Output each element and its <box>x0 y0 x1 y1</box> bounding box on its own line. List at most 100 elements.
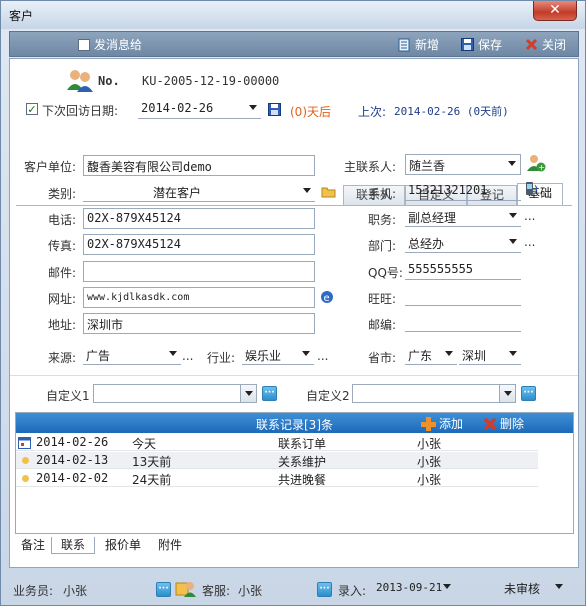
dropdown-button[interactable] <box>499 385 515 402</box>
close-button[interactable]: 关闭 <box>525 36 566 53</box>
qq-field[interactable]: 555555555 <box>405 260 521 280</box>
chevron-down-icon[interactable] <box>509 213 517 218</box>
main-contact-label: 主联系人: <box>344 160 397 174</box>
folder-icon[interactable] <box>321 185 336 198</box>
close-label: 关闭 <box>542 38 567 52</box>
new-doc-icon <box>398 38 410 51</box>
website-label: 网址: <box>48 292 77 306</box>
mobile-field[interactable]: 15321321201 <box>405 181 521 201</box>
main-contact-select[interactable]: 随兰香 <box>405 154 521 175</box>
province-select[interactable]: 广东 <box>405 345 457 365</box>
record-person: 小张 <box>417 437 442 451</box>
record-subject: 联系订单 <box>278 437 327 451</box>
city-select[interactable]: 深圳 <box>459 345 521 365</box>
record-ago: 13天前 <box>132 455 172 469</box>
next-visit-date-picker[interactable]: 2014-02-26 <box>138 99 261 119</box>
service-label: 客服: <box>202 584 231 598</box>
email-field[interactable] <box>83 261 315 282</box>
tab-contact[interactable]: 联系 <box>51 537 95 554</box>
browser-icon[interactable]: e <box>320 290 334 304</box>
bullet-icon <box>22 457 29 464</box>
chevron-down-icon[interactable] <box>509 239 517 244</box>
postcode-label: 邮编: <box>368 318 397 332</box>
add-contact-icon[interactable]: + <box>526 154 546 172</box>
email-label: 邮件: <box>48 266 77 280</box>
fax-field[interactable]: 02X-879X45124 <box>83 234 315 255</box>
checkbox-icon[interactable] <box>78 38 90 51</box>
service-icon <box>175 582 196 597</box>
phone-field[interactable]: 02X-879X45124 <box>83 208 315 229</box>
industry-more-button[interactable]: ... <box>317 349 328 363</box>
next-visit-checkbox[interactable] <box>26 103 38 115</box>
position-select[interactable]: 副总经理 <box>405 207 521 227</box>
save-date-icon[interactable] <box>268 103 281 116</box>
chevron-down-icon[interactable] <box>443 584 451 589</box>
delete-record-button[interactable]: 删除 <box>483 415 524 432</box>
table-row[interactable]: 2014-02-26 今天 联系订单 小张 <box>16 434 538 451</box>
contact-records-grid: 联系记录[3]条 添加 删除 2014-02-26 今天 联系订单 小张 201… <box>15 412 574 534</box>
custom2-more-button[interactable]: ··· <box>521 386 536 401</box>
source-more-button[interactable]: ... <box>182 349 193 363</box>
next-visit-label: 下次回访日期: <box>42 104 119 118</box>
contact-records-title: 联系记录[3]条 <box>256 418 333 432</box>
entry-date-picker[interactable]: 2013-09-21 <box>373 578 455 598</box>
chevron-down-icon[interactable] <box>303 188 311 193</box>
record-ago: 24天前 <box>132 473 172 487</box>
custom2-select[interactable] <box>352 384 516 403</box>
source-value: 广告 <box>86 349 111 363</box>
table-row[interactable]: 2014-02-13 13天前 关系维护 小张 <box>16 452 538 469</box>
chevron-down-icon[interactable] <box>509 351 517 356</box>
dept-more-button[interactable]: ... <box>524 235 535 249</box>
chevron-down-icon[interactable] <box>504 391 512 396</box>
contact-records-header: 联系记录[3]条 添加 删除 <box>16 413 573 433</box>
chevron-down-icon[interactable] <box>302 351 310 356</box>
phone-icon[interactable] <box>524 181 540 197</box>
company-field[interactable]: 馥香美容有限公司demo <box>83 155 315 176</box>
audit-status-select[interactable]: 未审核 <box>501 578 567 598</box>
dept-select[interactable]: 总经办 <box>405 233 521 253</box>
source-select[interactable]: 广告 <box>83 345 181 365</box>
dept-label: 部门: <box>368 239 397 253</box>
table-row[interactable]: 2014-02-02 24天前 共进晚餐 小张 <box>16 470 538 487</box>
save-button[interactable]: 保存 <box>461 36 502 53</box>
record-date: 2014-02-02 <box>36 471 109 485</box>
tab-quotation[interactable]: 报价单 <box>99 537 147 554</box>
postcode-field[interactable] <box>405 312 521 332</box>
new-button[interactable]: 新增 <box>398 36 439 53</box>
send-message-checkbox[interactable]: 发消息给 <box>78 36 142 53</box>
tab-divider <box>16 205 572 206</box>
entry-date-value: 2013-09-21 <box>376 581 443 594</box>
record-ago: 今天 <box>132 437 157 451</box>
chevron-down-icon[interactable] <box>508 161 516 166</box>
chevron-down-icon[interactable] <box>445 351 453 356</box>
add-record-label: 添加 <box>439 417 464 431</box>
chevron-down-icon[interactable] <box>169 351 177 356</box>
category-select[interactable]: 潜在客户 <box>83 182 315 202</box>
add-record-button[interactable]: 添加 <box>420 415 463 432</box>
chevron-down-icon[interactable] <box>249 105 257 110</box>
salesperson-more-button[interactable]: ··· <box>156 582 171 597</box>
tab-notes[interactable]: 备注 <box>15 537 51 554</box>
service-more-button[interactable]: ··· <box>317 582 332 597</box>
wangwang-field[interactable] <box>405 286 521 306</box>
position-more-button[interactable]: ... <box>524 209 535 223</box>
chevron-down-icon[interactable] <box>555 584 563 589</box>
svg-text:+: + <box>538 163 545 172</box>
days-after-text: (0)天后 <box>290 105 331 119</box>
mobile-label: 手机: <box>368 187 397 201</box>
customer-window: 客户 ✕ 发消息给 新增 保存 关闭 No. KU-2005-12-19-000… <box>0 0 586 606</box>
industry-label: 行业: <box>207 351 236 365</box>
address-field[interactable]: 深圳市 <box>83 313 315 334</box>
tab-attachment[interactable]: 附件 <box>151 537 189 554</box>
salesperson-value: 小张 <box>63 584 88 598</box>
industry-select[interactable]: 娱乐业 <box>242 345 314 365</box>
address-label: 地址: <box>48 318 77 332</box>
website-field[interactable]: www.kjdlkasdk.com <box>83 287 315 308</box>
no-label: No. <box>98 74 120 88</box>
custom1-more-button[interactable]: ··· <box>262 386 277 401</box>
svg-text:e: e <box>324 293 330 304</box>
window-close-button[interactable]: ✕ <box>533 1 577 21</box>
custom1-select[interactable] <box>93 384 257 403</box>
dropdown-button[interactable] <box>240 385 256 402</box>
chevron-down-icon[interactable] <box>245 391 253 396</box>
